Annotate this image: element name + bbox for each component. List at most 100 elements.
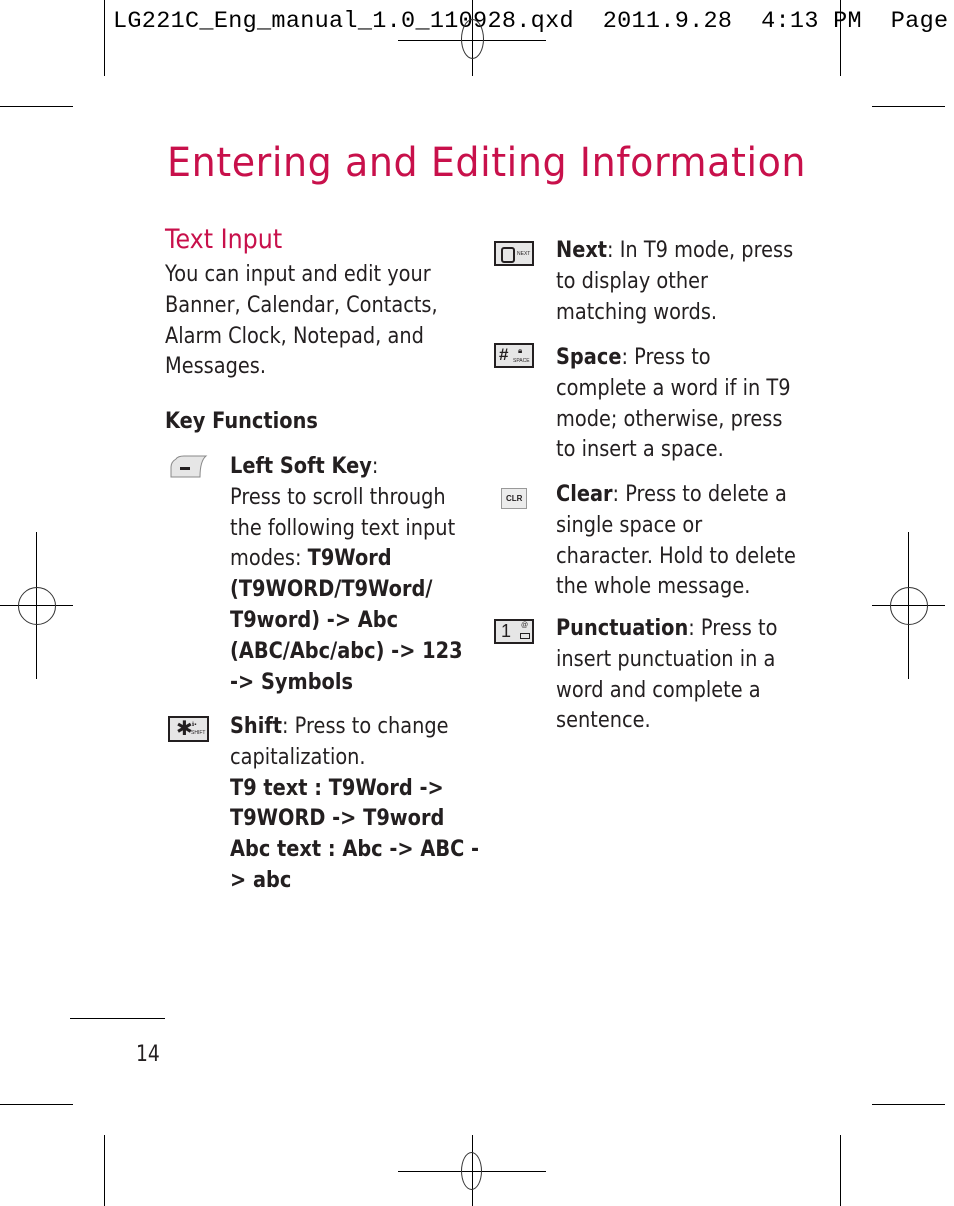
text-run: to insert a space. [556,436,724,463]
intro-line: You can input and edit your [165,261,431,287]
bold-run: Abc text : Abc -> ABC - [230,836,480,863]
bold-run: Clear [556,481,613,507]
text-run: single space or [556,511,703,538]
bold-run: Left Soft Key [230,453,372,479]
entry-line: insert punctuation in a [556,644,840,675]
slug-ampm: PM [833,8,862,35]
entry-line: Punctuation: Press to [556,613,840,644]
entry-line: > abc [230,865,514,896]
voicemail-glyph [520,633,530,639]
asterisk-glyph: ✱ [176,718,193,740]
text-run: Press to scroll through [230,483,446,510]
registration-circle-icon [18,587,56,625]
print-slug-line: LG221C_Eng_manual_1.0_110928.qxd 2011.9.… [113,8,948,35]
entry-line: the whole message. [556,571,840,602]
text-run: capitalization. [230,743,366,770]
bold-run: Shift [230,713,283,739]
text-run: matching words. [556,298,718,325]
entry-line: Left Soft Key: [230,451,514,482]
crop-mark [872,106,945,107]
bold-run: (ABC/Abc/abc) -> 123 [230,637,463,664]
bold-run: -> Symbols [230,668,353,695]
bold-run: T9word) -> Abc [230,606,399,633]
intro-line: Alarm Clock, Notepad, and [165,322,424,349]
bold-run: Next [556,237,608,263]
entry-line: Press to scroll through [230,482,514,513]
key-sub-label: SHIFT [191,730,206,736]
key-functions-heading-text: Key Functions [165,408,318,434]
text-run: : Press to [688,615,778,641]
text-run: character. Hold to delete [556,542,796,569]
registration-circle-icon [461,19,484,59]
entry-line: T9word) -> Abc [230,605,514,636]
entry-line: Next: In T9 mode, press [556,235,840,266]
pound-glyph: # [499,345,509,364]
pound-space-key-icon: # 🔒︎ SPACE [494,343,534,368]
section-heading: Text Input [165,224,283,255]
folio-rule [70,1018,165,1019]
entry-line: Clear: Press to delete a [556,479,840,510]
slug-time: 4:13 [761,8,819,35]
entry-line: Abc text : Abc -> ABC - [230,834,514,865]
crop-mark [840,1135,841,1206]
intro-line: Messages. [165,353,267,380]
entry-line: mode; otherwise, press [556,404,840,435]
entry-text: Space: Press to complete a word if in T9 m… [556,342,840,465]
bold-run: T9WORD -> T9word [230,805,445,832]
text-run: complete a word if in T9 [556,374,791,401]
page-number: 14 [136,1042,160,1067]
entry-line: Shift: Press to change [230,711,514,742]
crop-mark [0,1104,73,1105]
text-run: : In T9 mode, press [607,237,794,263]
left-soft-key-icon [170,455,208,479]
entry-line: the following text input [230,513,514,544]
zero-glyph [501,247,515,263]
zero-next-key-icon: NEXT [494,241,534,266]
crop-mark [840,0,841,76]
entry-text: Shift: Press to change capitalization. T9 … [230,711,514,896]
bold-run: Punctuation [556,615,689,641]
text-run: to display other [556,267,708,294]
entry-line: sentence. [556,705,840,736]
entry-line: capitalization. [230,742,514,773]
crop-mark [872,1104,945,1105]
entry-text: Punctuation: Press to insert punctuation … [556,613,840,736]
tab-glyph: ℹ▪ [192,722,197,728]
entry-line: word and complete a [556,675,840,706]
entry-line: T9 text : T9Word -> [230,773,514,804]
entry-text: Next: In T9 mode, press to display other m… [556,235,840,327]
entry-line: (ABC/Abc/abc) -> 123 [230,636,514,667]
entry-line: matching words. [556,297,840,328]
entry-text: Clear: Press to delete a single space or c… [556,479,840,602]
bold-run: T9Word [307,545,392,572]
lock-glyph: 🔒︎ [518,346,523,355]
text-run: the whole message. [556,573,751,600]
entry-text: Left Soft Key: Press to scroll through the… [230,451,514,697]
key-sub-label: NEXT [517,251,531,257]
text-run: : Press to change [282,713,449,739]
registration-circle-icon [890,587,928,625]
text-run: sentence. [556,707,651,734]
entry-line: (T9WORD/T9Word/ [230,574,514,605]
text-run: : Press to delete a [612,481,787,507]
slug-page-label: Page [890,8,949,35]
text-run: the following text input [230,514,456,541]
registration-circle-icon [461,1152,482,1190]
key-sub-label: SPACE [513,358,530,364]
entry-line: Space: Press to [556,342,840,373]
page-title: Entering and Editing Information [167,140,807,186]
entry-line: single space or [556,510,840,541]
entry-line: to display other [556,266,840,297]
bold-run: T9 text : T9Word -> [230,774,444,801]
at-glyph: @ [521,622,529,629]
entry-line: modes: T9Word [230,543,514,574]
text-run: : [371,453,379,479]
text-run: : Press to [621,344,711,370]
intro-paragraph: You can input and edit your Banner, Cale… [165,259,525,382]
entry-line: to insert a space. [556,434,840,465]
slug-filename: LG221C_Eng_manual_1.0_110928.qxd [113,8,574,35]
intro-line: Banner, Calendar, Contacts, [165,291,438,318]
crop-mark [104,1135,105,1206]
crop-mark [0,106,73,107]
entry-line: -> Symbols [230,667,514,698]
